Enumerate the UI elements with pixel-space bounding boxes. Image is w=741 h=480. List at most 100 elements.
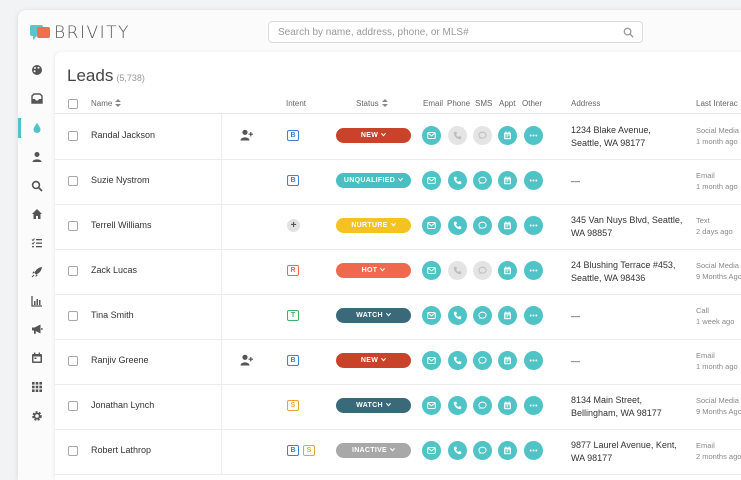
lead-name[interactable]: Robert Lathrop	[91, 445, 151, 455]
email-button[interactable]	[422, 441, 441, 460]
phone-button[interactable]	[448, 396, 467, 415]
select-all-checkbox[interactable]	[68, 99, 78, 109]
phone-button[interactable]	[448, 171, 467, 190]
column-header-name[interactable]: Name	[91, 99, 122, 108]
intent-tag[interactable]: B	[287, 445, 299, 456]
status-dropdown[interactable]: INACTIVE	[336, 443, 411, 458]
table-row[interactable]: Tina Smith T WATCH — Call 1 week ago	[55, 294, 741, 340]
row-checkbox[interactable]	[68, 131, 78, 141]
other-button[interactable]	[524, 306, 543, 325]
sidebar-item-megaphone[interactable]	[18, 319, 55, 339]
column-header-status[interactable]: Status	[356, 99, 388, 108]
sms-button[interactable]	[473, 306, 492, 325]
sidebar-item-rocket[interactable]	[18, 262, 55, 282]
lead-name[interactable]: Randal Jackson	[91, 130, 155, 140]
intent-tag[interactable]: B	[287, 130, 299, 141]
sms-button[interactable]	[473, 396, 492, 415]
row-checkbox[interactable]	[68, 356, 78, 366]
appt-button[interactable]	[498, 261, 517, 280]
intent-tag[interactable]: R	[287, 265, 299, 276]
email-button[interactable]	[422, 396, 441, 415]
brivity-logo[interactable]: BRIVITY	[30, 23, 130, 43]
other-button[interactable]	[524, 351, 543, 370]
sms-button[interactable]	[473, 441, 492, 460]
status-dropdown[interactable]: HOT	[336, 263, 411, 278]
other-button[interactable]	[524, 441, 543, 460]
status-dropdown[interactable]: NURTURE	[336, 218, 411, 233]
sms-button[interactable]	[473, 171, 492, 190]
sidebar-item-home[interactable]	[18, 204, 55, 224]
sidebar-item-palette[interactable]	[18, 60, 55, 80]
phone-button[interactable]	[448, 441, 467, 460]
appt-button[interactable]	[498, 351, 517, 370]
table-row[interactable]: Suzie Nystrom B UNQUALIFIED — Email 1 month a…	[55, 159, 741, 205]
row-checkbox[interactable]	[68, 446, 78, 456]
sms-button[interactable]	[473, 351, 492, 370]
sms-button[interactable]	[473, 216, 492, 235]
search-input[interactable]: Search by name, address, phone, or MLS#	[268, 21, 643, 43]
intent-tag[interactable]: B	[287, 175, 299, 186]
add-person-icon[interactable]	[240, 354, 254, 366]
appt-button[interactable]	[498, 441, 517, 460]
email-button[interactable]	[422, 351, 441, 370]
status-dropdown[interactable]: NEW	[336, 128, 411, 143]
sms-button[interactable]	[473, 126, 492, 145]
other-button[interactable]	[524, 126, 543, 145]
email-button[interactable]	[422, 126, 441, 145]
other-button[interactable]	[524, 261, 543, 280]
status-dropdown[interactable]: NEW	[336, 353, 411, 368]
other-button[interactable]	[524, 396, 543, 415]
status-dropdown[interactable]: WATCH	[336, 308, 411, 323]
status-dropdown[interactable]: WATCH	[336, 398, 411, 413]
lead-name[interactable]: Jonathan Lynch	[91, 400, 154, 410]
table-row[interactable]: Ranjiv Greene B NEW — Email 1 month ago	[55, 339, 741, 385]
email-button[interactable]	[422, 171, 441, 190]
intent-tag[interactable]: T	[287, 310, 299, 321]
add-person-icon[interactable]	[240, 129, 254, 141]
sort-icon[interactable]	[115, 99, 122, 107]
table-row[interactable]: Jonathan Lynch S WATCH 8134 Main Street, Bel…	[55, 384, 741, 430]
lead-name[interactable]: Suzie Nystrom	[91, 175, 150, 185]
status-dropdown[interactable]: UNQUALIFIED	[336, 173, 411, 188]
add-intent-button[interactable]: +	[287, 219, 300, 232]
lead-name[interactable]: Terrell Williams	[91, 220, 152, 230]
row-checkbox[interactable]	[68, 266, 78, 276]
email-button[interactable]	[422, 216, 441, 235]
table-row[interactable]: Randal Jackson B NEW 1234 Blake Avenue, Seat…	[55, 114, 741, 160]
search-icon[interactable]	[623, 27, 634, 38]
appt-button[interactable]	[498, 126, 517, 145]
sidebar-item-person[interactable]	[18, 147, 55, 167]
table-row[interactable]: Robert Lathrop B S INACTIVE 9877 Laurel Aven…	[55, 429, 741, 475]
intent-tag[interactable]: B	[287, 355, 299, 366]
appt-button[interactable]	[498, 216, 517, 235]
row-checkbox[interactable]	[68, 176, 78, 186]
intent-tag[interactable]: S	[287, 400, 299, 411]
row-checkbox[interactable]	[68, 221, 78, 231]
sidebar-item-tasks[interactable]	[18, 233, 55, 253]
phone-button[interactable]	[448, 261, 467, 280]
lead-name[interactable]: Zack Lucas	[91, 265, 137, 275]
email-button[interactable]	[422, 306, 441, 325]
sidebar-item-inbox[interactable]	[18, 89, 55, 109]
table-row[interactable]: Zack Lucas R HOT 24 Blushing Terrace #453, S…	[55, 249, 741, 295]
appt-button[interactable]	[498, 396, 517, 415]
intent-tag[interactable]: S	[303, 445, 315, 456]
lead-name[interactable]: Tina Smith	[91, 310, 134, 320]
appt-button[interactable]	[498, 171, 517, 190]
other-button[interactable]	[524, 171, 543, 190]
phone-button[interactable]	[448, 216, 467, 235]
sidebar-item-reports[interactable]	[18, 291, 55, 311]
table-row[interactable]: Terrell Williams + NURTURE 345 Van Nuys Blv…	[55, 204, 741, 250]
phone-button[interactable]	[448, 306, 467, 325]
phone-button[interactable]	[448, 126, 467, 145]
appt-button[interactable]	[498, 306, 517, 325]
row-checkbox[interactable]	[68, 311, 78, 321]
row-checkbox[interactable]	[68, 401, 78, 411]
lead-name[interactable]: Ranjiv Greene	[91, 355, 149, 365]
sort-icon[interactable]	[381, 99, 388, 107]
sms-button[interactable]	[473, 261, 492, 280]
sidebar-item-apps-grid[interactable]	[18, 377, 55, 397]
phone-button[interactable]	[448, 351, 467, 370]
sidebar-item-calendar[interactable]	[18, 348, 55, 368]
email-button[interactable]	[422, 261, 441, 280]
